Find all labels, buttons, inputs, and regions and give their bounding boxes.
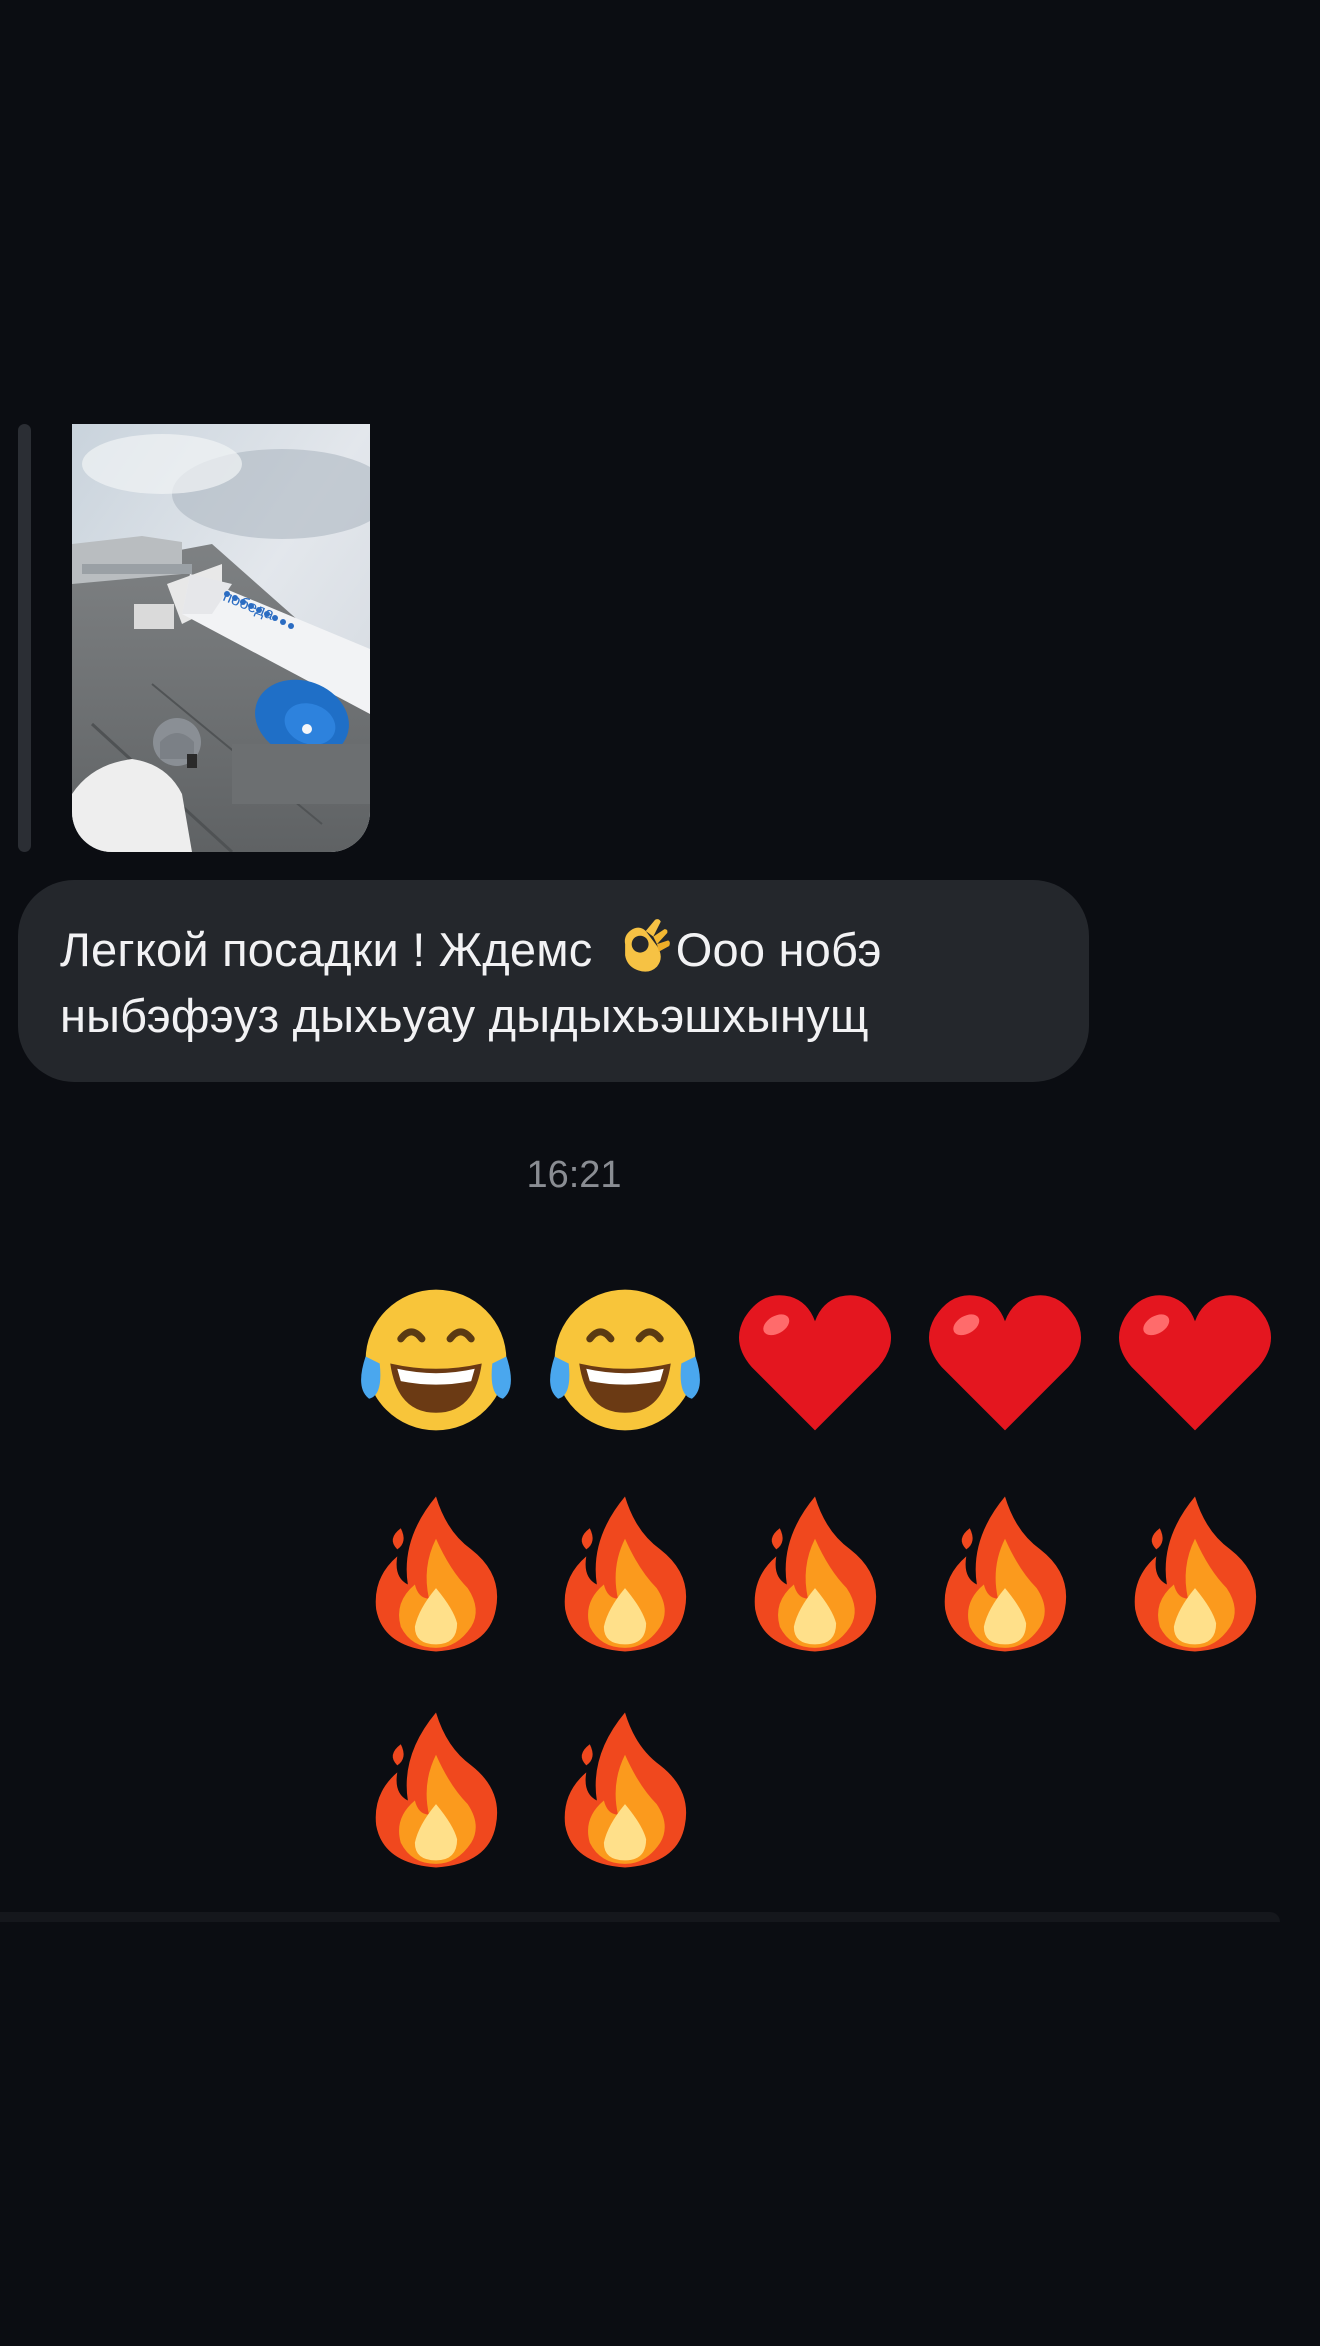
face-with-tears-of-joy-emoji <box>348 1272 524 1448</box>
red-heart-emoji <box>917 1272 1093 1448</box>
message-text-part-1: Легкой посадки ! Ждемс <box>60 923 606 976</box>
fire-emoji <box>348 1702 524 1878</box>
ok-hand-emoji <box>624 919 670 972</box>
red-heart-emoji <box>1107 1272 1283 1448</box>
reply-quote-bar <box>18 424 31 852</box>
reply-photo-airplane[interactable]: победа <box>72 424 370 852</box>
message-bubble[interactable]: Легкой посадки ! Ждемс Ооо нобэ ныбэфэуз… <box>18 880 1089 1082</box>
message-timestamp: 16:21 <box>526 1154 622 1196</box>
message-text-part-2: Ооо нобэ <box>675 923 882 976</box>
fire-emoji <box>537 1702 713 1878</box>
red-heart-emoji <box>727 1272 903 1448</box>
message-line-2: ныбэфэуз дыхьуау дыдыхьэшхынущ <box>60 989 869 1042</box>
face-with-tears-of-joy-emoji <box>537 1272 713 1448</box>
chat-screen: победа Легкой посадки ! Ждемс Ооо нобэ н… <box>0 0 1320 2346</box>
fire-emoji <box>537 1486 713 1662</box>
message-line-1: Легкой посадки ! Ждемс Ооо нобэ <box>60 916 1045 983</box>
fire-emoji <box>917 1486 1093 1662</box>
fire-emoji <box>1107 1486 1283 1662</box>
input-area-edge <box>0 1912 1280 1922</box>
fire-emoji <box>348 1486 524 1662</box>
fire-emoji <box>727 1486 903 1662</box>
